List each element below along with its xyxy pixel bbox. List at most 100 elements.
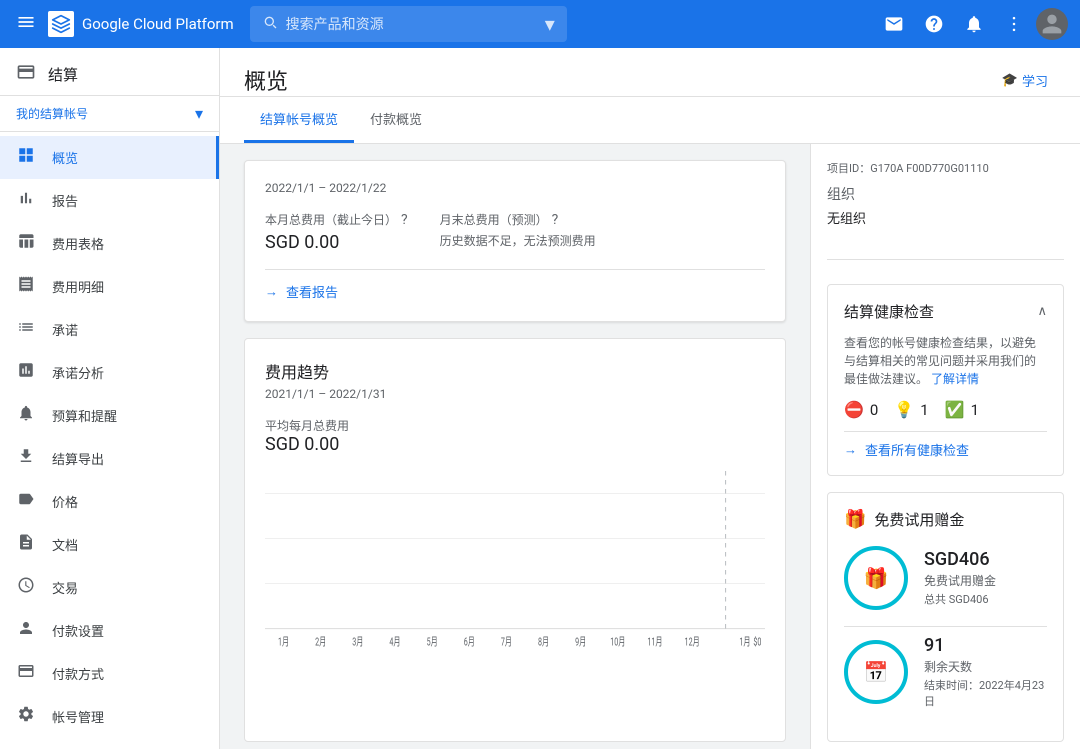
- sidebar-item-commitment-analysis[interactable]: 承诺分析: [0, 351, 219, 394]
- gift-icon: 🎁: [844, 509, 866, 530]
- sidebar-payment-settings-label: 付款设置: [52, 621, 104, 640]
- monthly-cost-date: 2022/1/1 – 2022/1/22: [265, 181, 765, 195]
- page-header-actions: 🎓 学习: [994, 67, 1056, 94]
- settings-icon: [16, 705, 36, 728]
- days-sub: 结束时间：2022年4月23日: [924, 677, 1047, 709]
- notifications-icon-button[interactable]: [956, 6, 992, 42]
- forecast-label: 月末总费用（预测） ?: [440, 211, 596, 228]
- health-card-header: 结算健康检查 ∧: [844, 301, 1047, 322]
- search-bar[interactable]: ▾: [250, 6, 567, 42]
- content-right: 项目ID：G170A F00D770G01110 组织 无组织 结算健康检查 ∧…: [810, 144, 1080, 749]
- divider-1: [827, 259, 1064, 260]
- notifications-icon: [16, 404, 36, 427]
- sidebar-item-account-management[interactable]: 帐号管理: [0, 695, 219, 738]
- sidebar-navigation: 概览 报告 费用表格: [0, 132, 219, 742]
- free-trial-title: 免费试用赠金: [874, 509, 964, 530]
- forecast-col: 月末总费用（预测） ? 历史数据不足，无法预测费用: [440, 211, 596, 253]
- trend-avg-value: SGD 0.00: [265, 434, 765, 455]
- monthly-cost-help-icon[interactable]: ?: [401, 212, 408, 228]
- view-report-action[interactable]: → 查看报告: [265, 269, 765, 301]
- gift-circle-icon: 🎁: [864, 566, 889, 590]
- sidebar-item-pricing[interactable]: 价格: [0, 480, 219, 523]
- sidebar-item-cost-table[interactable]: 费用表格: [0, 222, 219, 265]
- svg-text:12月: 12月: [685, 636, 700, 649]
- svg-text:9月: 9月: [575, 636, 586, 649]
- content-area: 2022/1/1 – 2022/1/22 本月总费用（截止今日） ? SGD 0…: [220, 144, 1080, 749]
- user-avatar[interactable]: [1036, 8, 1068, 40]
- health-indicator-warning: 💡 1: [894, 400, 928, 419]
- sidebar-item-commitments[interactable]: 承诺: [0, 308, 219, 351]
- credit-info: SGD406 免费试用赠金 总共 SGD406: [924, 549, 996, 607]
- content-left: 2022/1/1 – 2022/1/22 本月总费用（截止今日） ? SGD 0…: [220, 144, 810, 749]
- topbar-logo[interactable]: Google Cloud Platform: [48, 11, 234, 37]
- description-icon: [16, 533, 36, 556]
- forecast-sub: 历史数据不足，无法预测费用: [440, 232, 596, 249]
- learn-label: 学习: [1022, 71, 1048, 90]
- credit-value: SGD406: [924, 549, 996, 570]
- warning-count: 1: [920, 401, 928, 419]
- svg-text:1月: 1月: [278, 636, 289, 649]
- learn-button[interactable]: 🎓 学习: [994, 67, 1056, 94]
- sidebar-item-payment-method[interactable]: 付款方式: [0, 652, 219, 695]
- forecast-help-icon[interactable]: ?: [552, 212, 559, 228]
- billing-account-selector[interactable]: 我的结算帐号 ▾: [0, 96, 219, 132]
- health-indicator-success: ✅ 1: [945, 400, 979, 419]
- more-options-icon-button[interactable]: [996, 6, 1032, 42]
- sidebar-item-payment-settings[interactable]: 付款设置: [0, 609, 219, 652]
- billing-icon: [16, 62, 36, 87]
- sidebar-item-export[interactable]: 结算导出: [0, 437, 219, 480]
- sidebar-item-budget-alerts[interactable]: 预算和提醒: [0, 394, 219, 437]
- person-icon: [16, 619, 36, 642]
- divider-2: [844, 626, 1047, 627]
- project-info: 项目ID：G170A F00D770G01110 组织 无组织: [827, 160, 1064, 227]
- project-id: 项目ID：G170A F00D770G01110: [827, 160, 1064, 176]
- sidebar-budget-alerts-label: 预算和提醒: [52, 406, 117, 425]
- sidebar-overview-label: 概览: [52, 148, 78, 167]
- grid-icon: [16, 146, 36, 169]
- trend-chart: $0 1月 2月 3月 4月 5月 6月 7月 8月 9月: [265, 471, 765, 651]
- menu-icon[interactable]: [12, 8, 40, 41]
- mail-icon-button[interactable]: [876, 6, 912, 42]
- credit-label: 免费试用赠金: [924, 572, 996, 589]
- success-icon: ✅: [945, 400, 965, 419]
- trend-title: 费用趋势: [265, 359, 765, 383]
- topbar-actions: [876, 6, 1068, 42]
- label-icon: [16, 490, 36, 513]
- credit-card-icon: [16, 662, 36, 685]
- analytics-icon: [16, 361, 36, 384]
- sidebar-pricing-label: 价格: [52, 492, 78, 511]
- health-learn-link[interactable]: 了解详情: [931, 372, 979, 386]
- tab-billing-overview[interactable]: 结算帐号概览: [244, 97, 354, 143]
- sidebar-item-overview[interactable]: 概览: [0, 136, 219, 179]
- bar-chart-icon: [16, 189, 36, 212]
- search-dropdown-icon[interactable]: ▾: [545, 12, 555, 36]
- sidebar: 结算 我的结算帐号 ▾ 概览: [0, 48, 220, 749]
- sidebar-item-reports[interactable]: 报告: [0, 179, 219, 222]
- sidebar-item-docs[interactable]: 文档: [0, 523, 219, 566]
- trial-item-days: 📅 91 剩余天数 结束时间：2022年4月23日: [844, 635, 1047, 709]
- sidebar-export-label: 结算导出: [52, 449, 104, 468]
- trend-date: 2021/1/1 – 2022/1/31: [265, 387, 765, 401]
- view-health-checks-action[interactable]: → 查看所有健康检查: [844, 431, 1047, 459]
- list-icon: [16, 318, 36, 341]
- sidebar-item-transactions[interactable]: 交易: [0, 566, 219, 609]
- sidebar-account-management-label: 帐号管理: [52, 707, 104, 726]
- days-info: 91 剩余天数 结束时间：2022年4月23日: [924, 635, 1047, 709]
- page-title: 概览: [244, 64, 288, 96]
- monthly-cost-row: 本月总费用（截止今日） ? SGD 0.00 月末总费用（预测） ? 历史数据不…: [265, 211, 765, 253]
- platform-name: Google Cloud Platform: [82, 15, 234, 33]
- svg-text:8月: 8月: [538, 636, 549, 649]
- sidebar-item-cost-detail[interactable]: 费用明细: [0, 265, 219, 308]
- free-trial-card: 🎁 免费试用赠金 🎁 SGD406 免费试用赠金 总共 SGD406: [827, 492, 1064, 742]
- sidebar-header: 结算: [0, 48, 219, 96]
- tab-payment-overview[interactable]: 付款概览: [354, 97, 438, 143]
- search-input[interactable]: [286, 16, 537, 32]
- schedule-icon: [16, 576, 36, 599]
- svg-text:2月: 2月: [315, 636, 326, 649]
- tabs-bar: 结算帐号概览 付款概览: [220, 97, 1080, 144]
- health-check-card: 结算健康检查 ∧ 查看您的帐号健康检查结果，以避免与结算相关的常见问题并采用我们…: [827, 284, 1064, 476]
- page-header: 概览 🎓 学习: [220, 48, 1080, 97]
- calendar-circle-icon: 📅: [864, 660, 889, 684]
- collapse-icon[interactable]: ∧: [1037, 304, 1047, 319]
- help-icon-button[interactable]: [916, 6, 952, 42]
